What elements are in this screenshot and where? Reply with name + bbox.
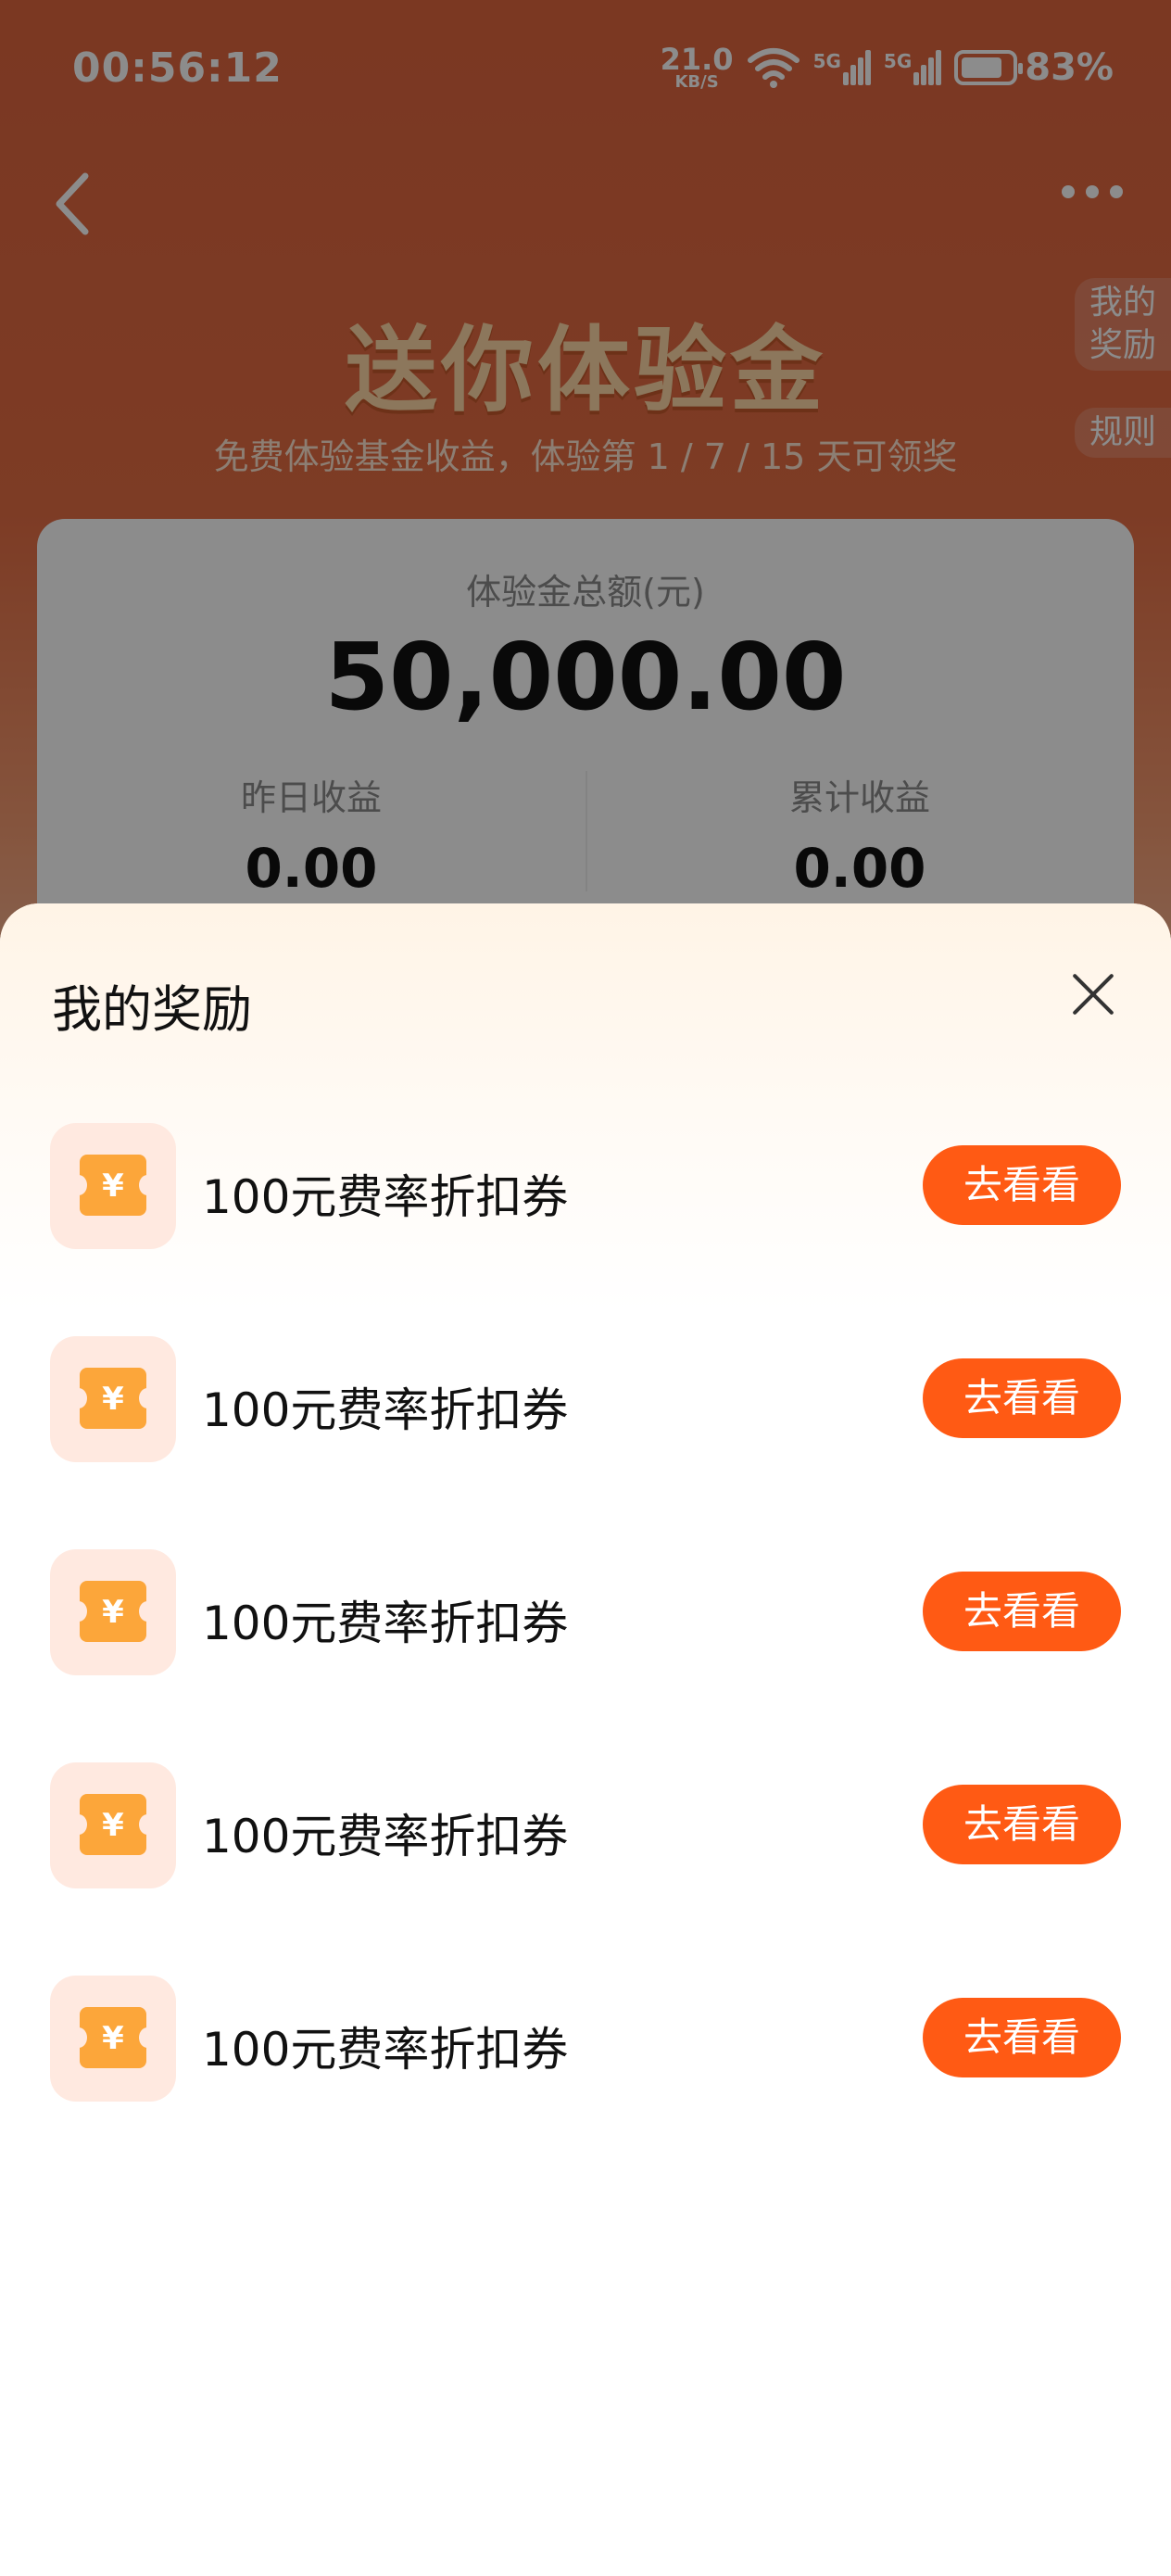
reward-item: ¥ 100元费率折扣券 去看看 <box>0 1974 1171 2103</box>
coupon-icon: ¥ <box>50 1336 176 1462</box>
close-icon[interactable] <box>1069 970 1117 1018</box>
yen-symbol: ¥ <box>102 1807 124 1844</box>
coupon-icon: ¥ <box>50 1762 176 1888</box>
rewards-bottom-sheet: 我的奖励 ¥ 100元费率折扣券 去看看 ¥ 100元费率折扣券 去看看 ¥ 1… <box>0 903 1171 2576</box>
view-reward-button[interactable]: 去看看 <box>923 1145 1121 1225</box>
view-reward-button[interactable]: 去看看 <box>923 1572 1121 1651</box>
sheet-title: 我的奖励 <box>52 980 252 1039</box>
yen-symbol: ¥ <box>102 2020 124 2057</box>
coupon-icon: ¥ <box>50 1123 176 1249</box>
view-reward-button[interactable]: 去看看 <box>923 1998 1121 2077</box>
view-reward-button[interactable]: 去看看 <box>923 1358 1121 1438</box>
yen-symbol: ¥ <box>102 1168 124 1205</box>
reward-item: ¥ 100元费率折扣券 去看看 <box>0 1121 1171 1251</box>
view-reward-button[interactable]: 去看看 <box>923 1785 1121 1864</box>
reward-item-label: 100元费率折扣券 <box>202 1383 569 1437</box>
reward-item: ¥ 100元费率折扣券 去看看 <box>0 1334 1171 1464</box>
coupon-icon: ¥ <box>50 1549 176 1675</box>
yen-symbol: ¥ <box>102 1381 124 1418</box>
yen-symbol: ¥ <box>102 1594 124 1631</box>
reward-item-label: 100元费率折扣券 <box>202 1597 569 1650</box>
reward-item: ¥ 100元费率折扣券 去看看 <box>0 1547 1171 1677</box>
reward-item-label: 100元费率折扣券 <box>202 1170 569 1224</box>
coupon-icon: ¥ <box>50 1976 176 2102</box>
reward-item: ¥ 100元费率折扣券 去看看 <box>0 1761 1171 1890</box>
reward-item-label: 100元费率折扣券 <box>202 2023 569 2077</box>
reward-item-label: 100元费率折扣券 <box>202 1810 569 1863</box>
